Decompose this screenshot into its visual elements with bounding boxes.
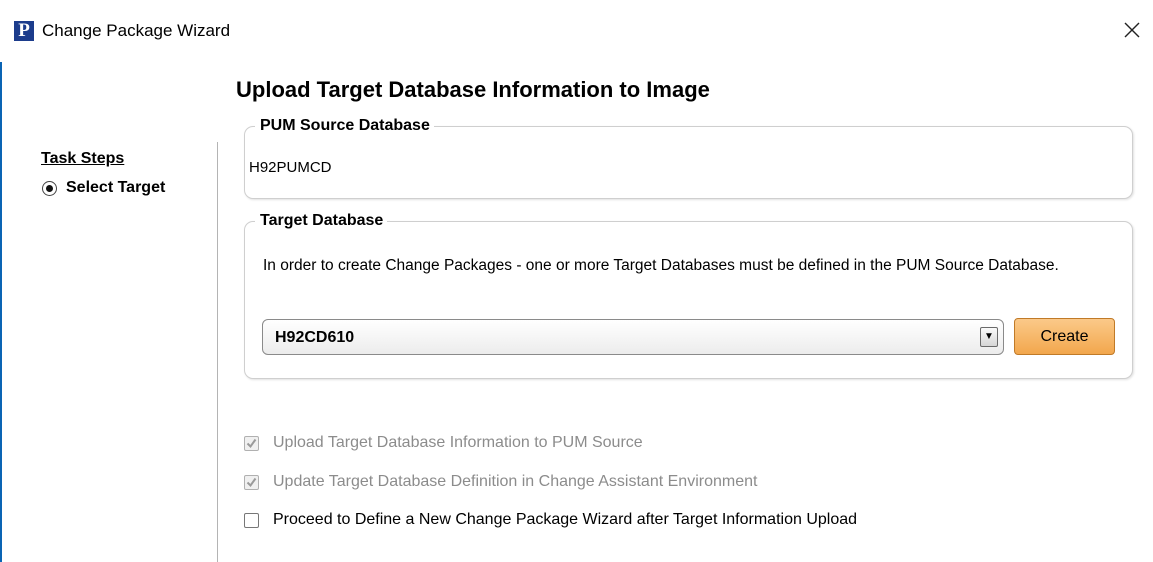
target-database-legend: Target Database	[255, 211, 388, 231]
upload-target-info-option: Upload Target Database Information to PU…	[244, 433, 643, 453]
close-button[interactable]	[1116, 14, 1148, 46]
update-target-definition-label: Update Target Database Definition in Cha…	[273, 473, 758, 490]
upload-target-info-checkbox	[244, 435, 259, 451]
close-icon	[1124, 22, 1140, 38]
proceed-to-wizard-option[interactable]: Proceed to Define a New Change Package W…	[244, 510, 857, 530]
chevron-down-icon[interactable]: ▼	[980, 327, 998, 347]
pum-source-database-legend: PUM Source Database	[255, 116, 434, 136]
task-steps-heading: Task Steps	[41, 150, 125, 167]
window-left-border	[0, 62, 2, 562]
step-radio-icon	[42, 180, 57, 196]
checkmark-icon	[246, 438, 257, 448]
title-bar: P Change Package Wizard	[0, 0, 1153, 62]
target-database-group: Target Database In order to create Chang…	[244, 211, 1133, 379]
target-database-selected-value: H92CD610	[275, 329, 355, 346]
pum-source-database-value: H92PUMCD	[249, 159, 332, 176]
radio-selected-dot	[46, 184, 53, 192]
create-button[interactable]: Create	[1014, 318, 1115, 355]
page-title: Upload Target Database Information to Im…	[236, 77, 710, 102]
pum-source-database-group: PUM Source Database H92PUMCD	[244, 116, 1133, 199]
upload-target-info-label: Upload Target Database Information to PU…	[273, 434, 643, 451]
window-title: Change Package Wizard	[42, 21, 231, 40]
task-step-label: Select Target	[66, 179, 166, 196]
checkmark-icon	[246, 477, 257, 487]
change-package-wizard-window: P Change Package Wizard Upload Target Da…	[0, 0, 1153, 562]
target-database-description: In order to create Change Packages - one…	[263, 257, 1059, 274]
app-logo-icon: P	[14, 21, 34, 41]
proceed-to-wizard-checkbox[interactable]	[244, 512, 259, 528]
target-database-dropdown[interactable]: H92CD610 ▼	[262, 319, 1004, 355]
proceed-to-wizard-label[interactable]: Proceed to Define a New Change Package W…	[273, 510, 857, 530]
task-step-select-target: Select Target	[42, 178, 165, 198]
update-target-definition-option: Update Target Database Definition in Cha…	[244, 472, 757, 492]
sidebar-divider	[217, 142, 218, 562]
update-target-definition-checkbox	[244, 474, 259, 490]
